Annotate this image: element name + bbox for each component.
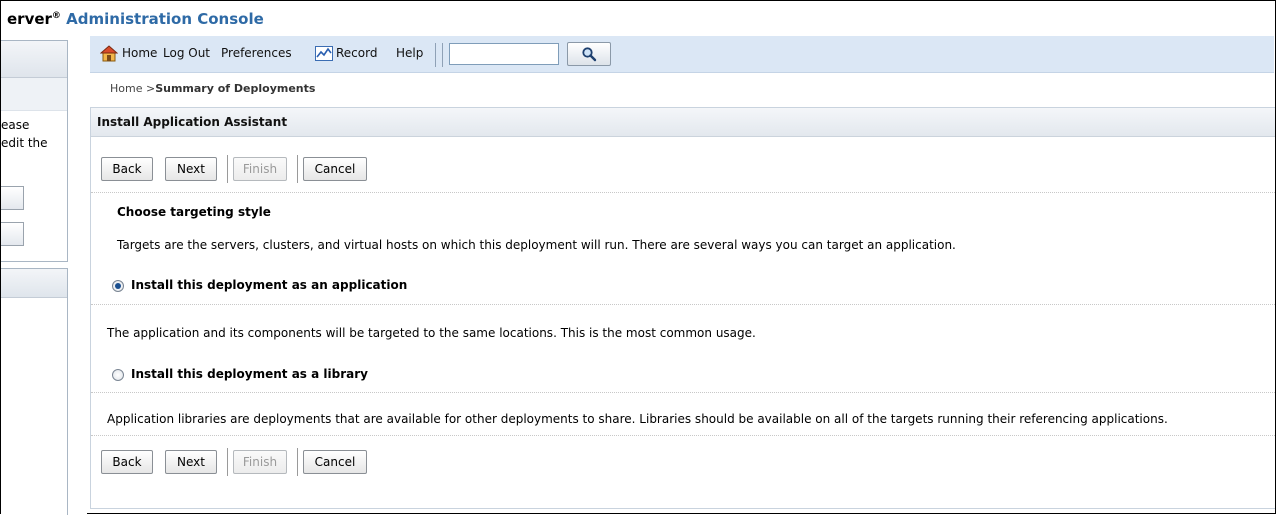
- change-center-text-line1: ease: [1, 118, 30, 132]
- global-toolbar: Home Log Out Preferences Record Help: [90, 36, 1274, 73]
- logout-link[interactable]: Log Out: [163, 46, 210, 60]
- domain-structure-panel: [1, 268, 68, 515]
- brand-prefix: erver: [7, 10, 52, 28]
- breadcrumb-current: Summary of Deployments: [155, 82, 316, 95]
- install-assistant-panel: Install Application Assistant Back Next …: [90, 107, 1275, 509]
- divider: [91, 192, 1275, 193]
- cancel-button[interactable]: Cancel: [303, 157, 367, 181]
- assistant-title: Install Application Assistant: [91, 108, 1275, 137]
- divider: [91, 392, 1275, 393]
- registered-mark: ®: [51, 11, 61, 21]
- change-center-text: ease edit the: [1, 116, 48, 152]
- search-button[interactable]: [567, 42, 611, 66]
- breadcrumb: Home >Summary of Deployments: [110, 82, 315, 95]
- search-input[interactable]: [449, 43, 559, 65]
- back-button[interactable]: Back: [101, 450, 153, 474]
- record-icon[interactable]: [315, 46, 333, 61]
- change-center-header: [1, 41, 67, 78]
- brand-title: Administration Console: [66, 10, 264, 28]
- intro-text: Targets are the servers, clusters, and v…: [117, 238, 956, 252]
- divider: [91, 304, 1275, 305]
- back-button[interactable]: Back: [101, 157, 153, 181]
- main-area: Home Log Out Preferences Record Help Hom…: [88, 36, 1275, 514]
- button-separator: [227, 448, 228, 476]
- button-separator: [227, 155, 228, 183]
- cancel-button[interactable]: Cancel: [303, 450, 367, 474]
- option-application-label[interactable]: Install this deployment as an applicatio…: [131, 278, 407, 292]
- option-library-label[interactable]: Install this deployment as a library: [131, 367, 368, 381]
- option-application-description: The application and its components will …: [107, 326, 756, 340]
- change-center-subheader: [1, 78, 67, 111]
- release-config-button[interactable]: [1, 222, 24, 246]
- help-link[interactable]: Help: [396, 46, 423, 60]
- button-separator: [297, 155, 298, 183]
- home-link[interactable]: Home: [122, 46, 157, 60]
- radio-library[interactable]: [112, 369, 124, 381]
- home-icon[interactable]: [100, 44, 118, 62]
- change-center-text-line2: edit the: [1, 136, 48, 150]
- preferences-link[interactable]: Preferences: [221, 46, 292, 60]
- lock-edit-button[interactable]: [1, 186, 24, 210]
- search-icon: [582, 47, 597, 62]
- console-title: erver® Administration Console: [7, 10, 264, 28]
- divider: [91, 435, 1275, 436]
- toolbar-separator: [435, 43, 436, 67]
- finish-button[interactable]: Finish: [233, 450, 287, 474]
- radio-application[interactable]: [112, 280, 124, 292]
- record-link[interactable]: Record: [336, 46, 377, 60]
- finish-button[interactable]: Finish: [233, 157, 287, 181]
- option-library-description: Application libraries are deployments th…: [107, 412, 1168, 426]
- next-button[interactable]: Next: [165, 157, 217, 181]
- next-button[interactable]: Next: [165, 450, 217, 474]
- brand-bar: erver® Administration Console: [1, 1, 1273, 35]
- breadcrumb-home[interactable]: Home >: [110, 82, 155, 95]
- toolbar-separator: [442, 43, 443, 67]
- left-sidebar: ease edit the: [1, 36, 87, 515]
- button-separator: [297, 448, 298, 476]
- domain-structure-header: [1, 269, 67, 298]
- section-heading: Choose targeting style: [117, 205, 271, 219]
